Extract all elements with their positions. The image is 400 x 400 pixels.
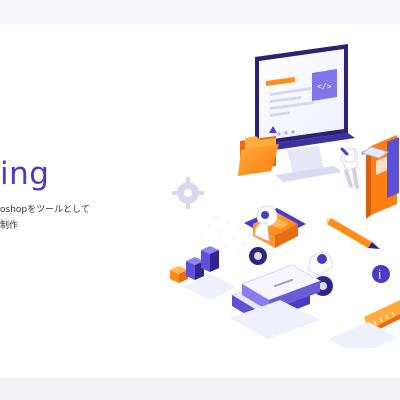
- hero-title: ing: [0, 156, 50, 192]
- hero-description-line-2: 制作: [0, 221, 19, 231]
- hero-description-line-1: oshopをツールとして: [0, 205, 90, 215]
- binder-stack: [361, 135, 399, 219]
- info-glyph: i: [378, 268, 381, 282]
- landing-page: ing oshopをツールとして 制作 </> i: [0, 0, 400, 400]
- standing-robot: [340, 147, 359, 189]
- gear-icon: [172, 177, 204, 209]
- code-icon: </>: [317, 82, 332, 91]
- info-icon: i: [372, 265, 390, 283]
- bottom-band: [0, 378, 400, 400]
- top-band: [0, 0, 400, 24]
- hero-illustration: </> i: [170, 44, 400, 348]
- hero-description: oshopをツールとして 制作: [0, 202, 125, 234]
